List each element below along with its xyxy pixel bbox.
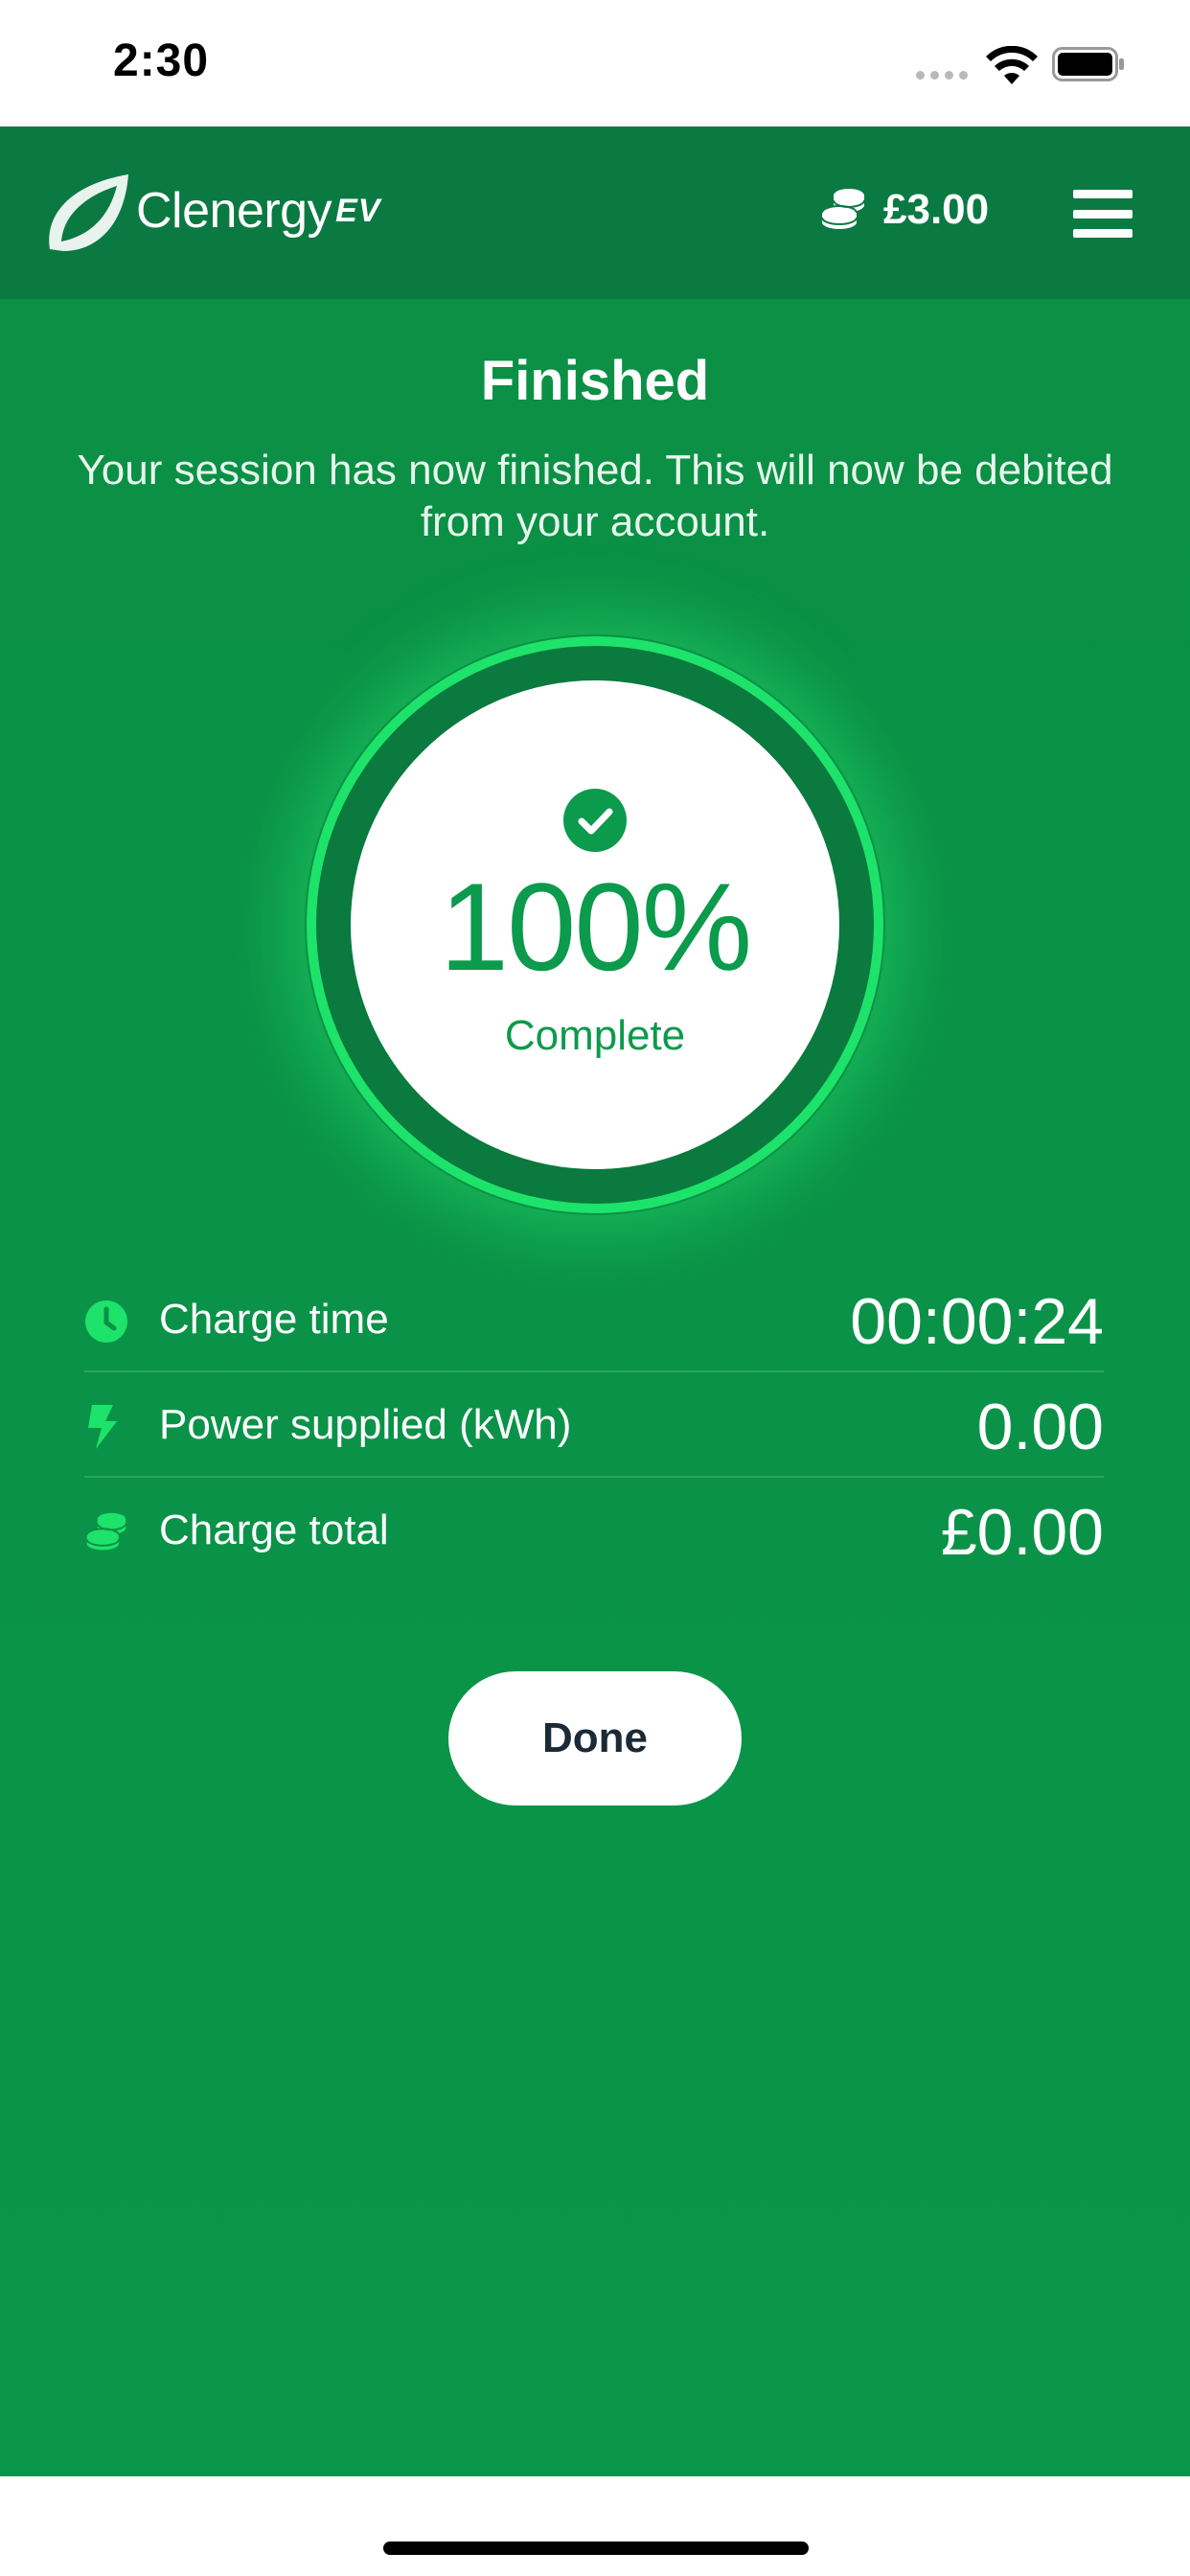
app-header: Clenergy EV £3.00 xyxy=(0,126,1190,299)
stat-row-charge-total: Charge total £0.00 xyxy=(84,1478,1104,1583)
clock-icon xyxy=(85,1300,127,1343)
home-indicator[interactable] xyxy=(383,2542,809,2555)
hamburger-menu-button[interactable] xyxy=(1073,190,1133,238)
stat-value: 0.00 xyxy=(976,1391,1104,1463)
menu-line xyxy=(1073,190,1133,198)
wifi-icon xyxy=(986,46,1038,84)
status-bar: 2:30 xyxy=(0,0,1190,126)
home-indicator-bar xyxy=(0,2476,1190,2576)
stat-label: Charge total xyxy=(159,1506,389,1553)
progress-percent: 100% xyxy=(439,857,753,997)
balance-amount: £3.00 xyxy=(883,186,990,233)
menu-line xyxy=(1073,209,1133,218)
check-circle-icon xyxy=(563,789,627,852)
stat-label: Power supplied (kWh) xyxy=(159,1401,572,1448)
app-screen: Clenergy EV £3.00 Finished Your session … xyxy=(0,126,1190,2476)
logo-text: Clenergy xyxy=(136,183,332,239)
battery-icon xyxy=(1052,47,1124,81)
coins-icon xyxy=(821,189,865,229)
stat-label: Charge time xyxy=(159,1296,389,1343)
status-time: 2:30 xyxy=(113,35,210,86)
menu-line xyxy=(1073,229,1133,238)
logo-suffix: EV xyxy=(335,192,381,229)
page-title: Finished xyxy=(480,350,710,412)
coins-icon xyxy=(85,1512,127,1551)
done-button[interactable]: Done xyxy=(448,1671,742,1806)
session-message: Your session has now finished. This will… xyxy=(77,447,1113,545)
account-balance[interactable]: £3.00 xyxy=(820,186,989,234)
logo[interactable]: Clenergy EV xyxy=(42,167,380,255)
stat-value: £0.00 xyxy=(940,1496,1104,1569)
stat-value: 00:00:24 xyxy=(850,1285,1104,1358)
lightning-bolt-icon xyxy=(88,1405,117,1449)
stat-row-charge-time: Charge time 00:00:24 xyxy=(84,1267,1104,1372)
cellular-signal-icon xyxy=(916,71,970,80)
leaf-logo-icon xyxy=(49,174,129,251)
progress-label: Complete xyxy=(504,1012,686,1059)
stat-row-power-supplied: Power supplied (kWh) 0.00 xyxy=(84,1372,1104,1478)
